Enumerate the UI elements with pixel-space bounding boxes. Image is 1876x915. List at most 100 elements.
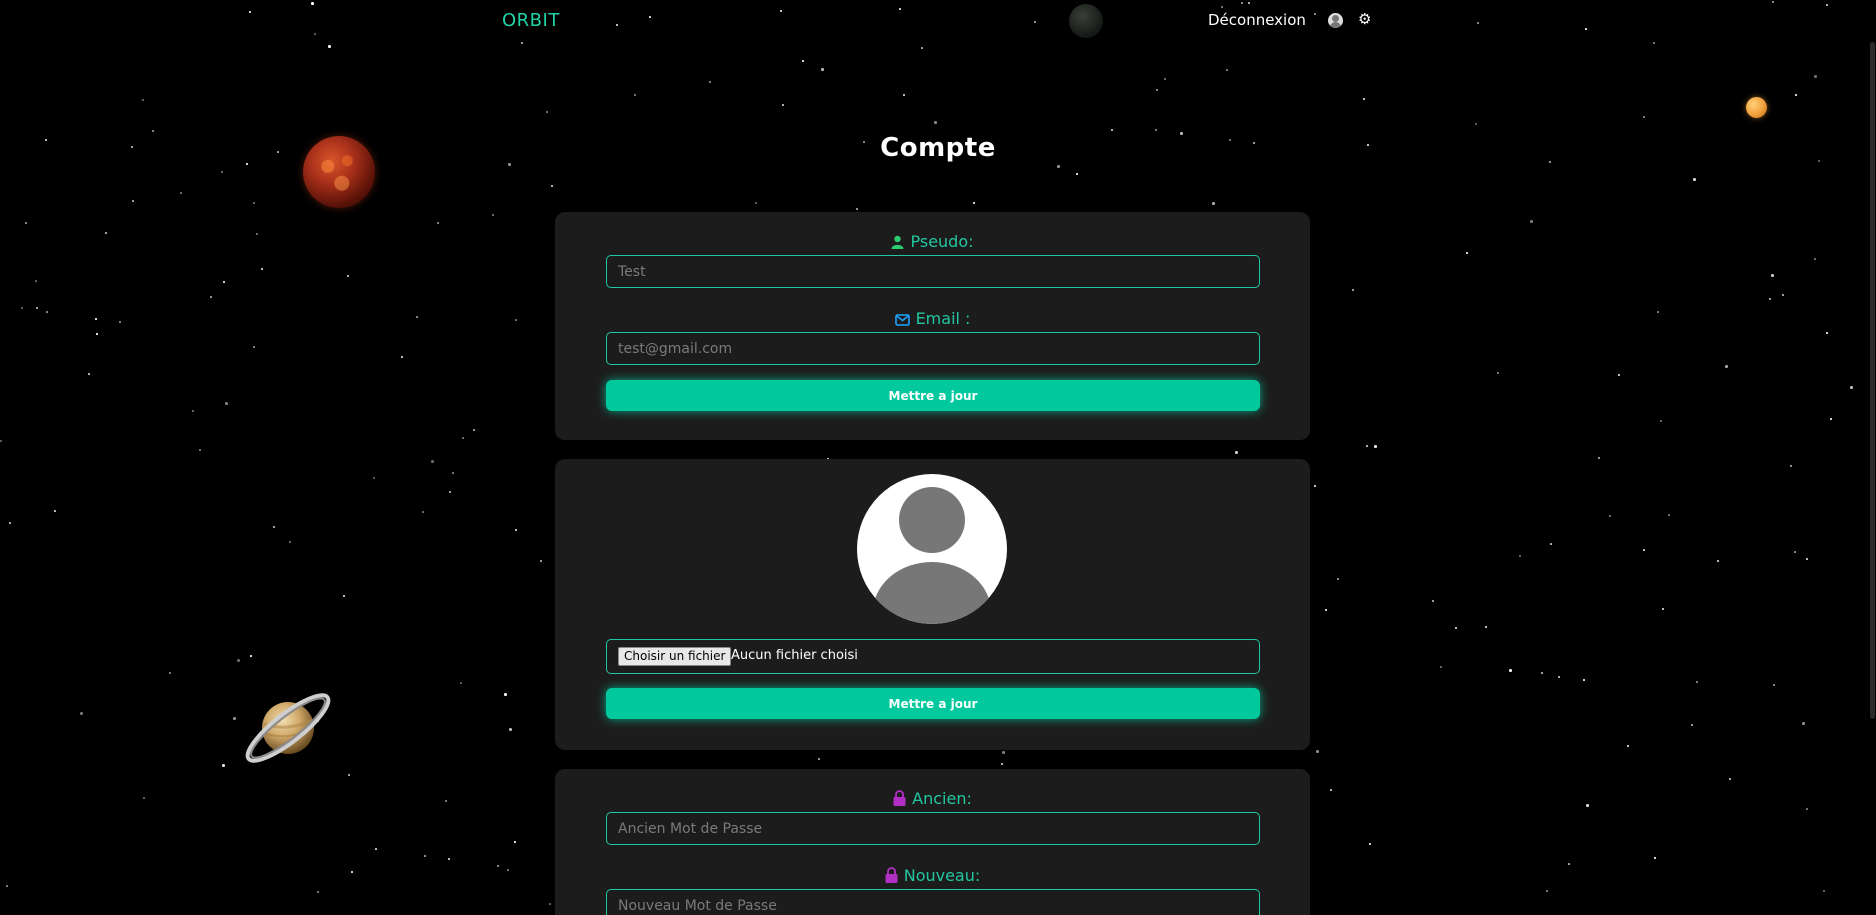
star [54,510,56,512]
star [1693,178,1696,181]
star [903,94,905,96]
email-label-text: Email : [915,309,971,328]
star [551,185,553,187]
star [6,885,8,887]
profile-info-card: Pseudo: Email : Mettre a jour [555,212,1310,440]
avatar-file-input[interactable]: Choisir un fichier Aucun fichier choisi [606,639,1260,674]
star [132,200,134,202]
star [1432,600,1434,602]
star [36,307,38,309]
star [460,682,462,684]
star [462,437,464,439]
star [1314,485,1316,487]
star [546,111,548,113]
star [180,192,182,194]
lock-icon [893,790,906,810]
star [35,280,37,282]
star [452,472,454,474]
star [1455,627,1457,629]
star [422,511,424,513]
update-profile-button[interactable]: Mettre a jour [606,380,1260,411]
email-input[interactable] [606,332,1260,365]
star [424,855,426,857]
star [634,94,636,96]
star [0,440,2,442]
star [549,903,551,905]
envelope-icon [894,311,910,330]
star [1374,445,1377,448]
star [515,529,517,531]
star [1366,445,1368,447]
new-password-label-text: Nouveau: [903,866,981,885]
star [25,222,27,224]
star [1830,418,1832,420]
lock-icon [885,867,898,887]
star [1546,890,1548,892]
star [1790,465,1792,467]
star [250,655,252,657]
scrollbar[interactable] [1868,0,1876,915]
star [540,560,542,562]
logout-link[interactable]: Déconnexion [1208,11,1306,29]
star [21,307,23,309]
old-password-label: Ancien: [555,789,1310,810]
user-avatar-icon[interactable] [1328,13,1343,28]
email-label: Email : [555,309,1310,330]
pseudo-input[interactable] [606,255,1260,288]
star [1643,549,1645,551]
star [142,99,144,101]
star [1773,684,1775,686]
star [1164,78,1166,80]
pseudo-label-text: Pseudo: [910,232,974,251]
star [1001,763,1003,765]
star [1550,543,1552,545]
star [521,42,523,44]
star [210,296,212,298]
star [507,869,509,871]
star [1316,750,1319,753]
star [1814,258,1816,260]
choose-file-button[interactable]: Choisir un fichier [618,647,732,666]
star [515,319,517,321]
star [1212,202,1215,205]
star [755,202,757,204]
star [1369,843,1371,845]
old-password-input[interactable] [606,812,1260,845]
pseudo-label: Pseudo: [555,232,1310,253]
star [448,858,450,860]
star [497,865,499,867]
star [143,797,145,799]
star [225,402,228,405]
star [373,477,375,479]
star [199,449,201,451]
star [1156,89,1158,91]
star [1337,578,1339,580]
star [237,659,240,662]
star [445,800,447,802]
star [1769,298,1771,300]
star [856,208,858,210]
star [449,491,451,493]
new-password-input[interactable] [606,889,1260,915]
user-icon [891,234,904,253]
star [1558,676,1560,678]
star [1654,857,1656,859]
star [1662,608,1664,610]
password-card: Ancien: Nouveau: [555,769,1310,915]
orbit-logo[interactable]: ORBIT [502,10,560,31]
star [1643,116,1645,118]
star [1618,374,1620,376]
avatar-card: Choisir un fichier Aucun fichier choisi … [555,459,1310,750]
page-title: Compte [880,133,996,163]
gear-icon[interactable]: ⚙ [1358,10,1371,28]
star [1586,804,1589,807]
star [509,728,512,731]
star [1352,289,1354,291]
scrollbar-thumb[interactable] [1870,42,1875,719]
star [256,233,258,235]
star [1782,294,1784,296]
star [437,222,439,224]
star [1794,551,1796,553]
star [514,841,516,843]
update-avatar-button[interactable]: Mettre a jour [606,688,1260,719]
